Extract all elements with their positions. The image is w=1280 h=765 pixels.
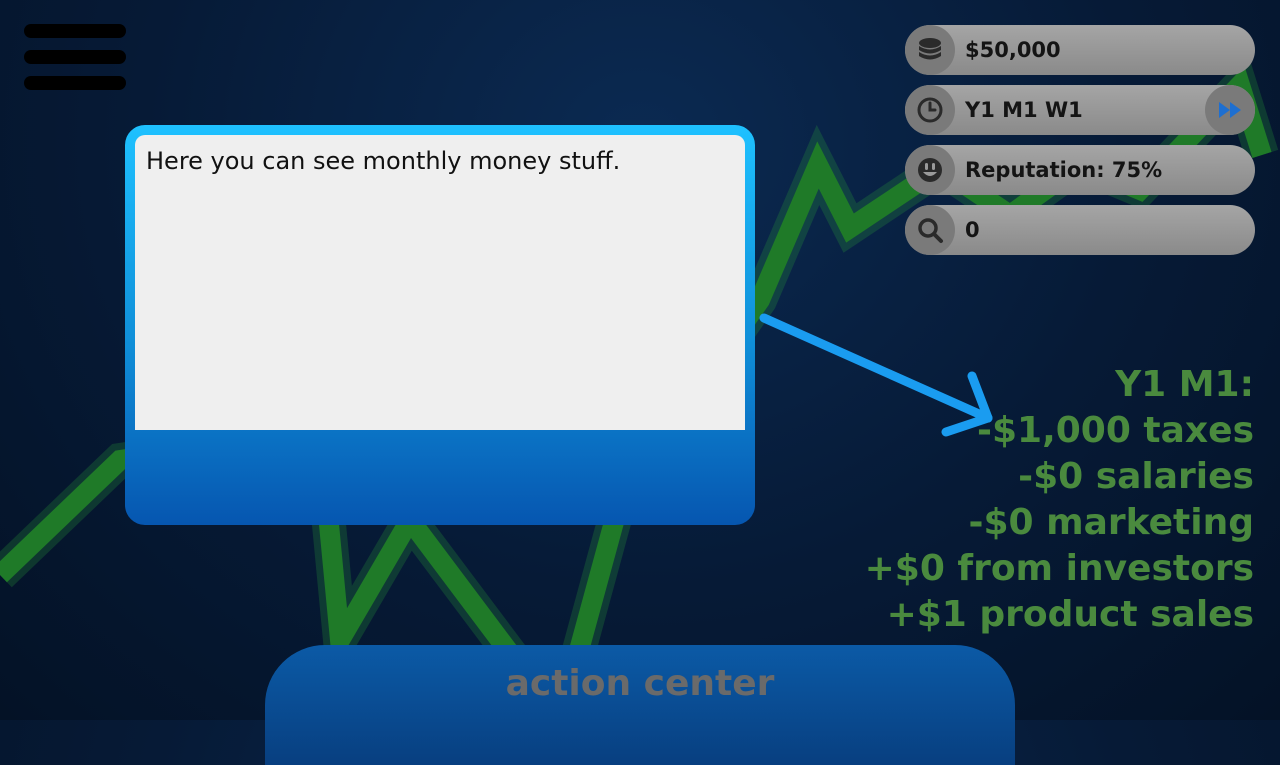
report-line-salaries: -$0 salaries: [1018, 456, 1254, 497]
fast-forward-icon: [1219, 102, 1241, 118]
coin-stack-icon: [905, 25, 955, 75]
money-pill: $50,000: [905, 25, 1255, 75]
tutorial-dialog: Here you can see monthly money stuff.: [125, 125, 755, 525]
action-center-label: action center: [505, 663, 775, 704]
smiley-face-icon: [905, 145, 955, 195]
date-pill: Y1 M1 W1: [905, 85, 1255, 135]
report-line-taxes: -$1,000 taxes: [977, 410, 1254, 451]
clock-icon: [905, 85, 955, 135]
date-value: Y1 M1 W1: [965, 98, 1083, 122]
menu-bar: [24, 50, 126, 64]
menu-bar: [24, 76, 126, 90]
tutorial-message: Here you can see monthly money stuff.: [135, 135, 745, 430]
report-header: Y1 M1:: [1115, 364, 1254, 405]
money-value: $50,000: [965, 38, 1061, 62]
report-line-product-sales: +$1 product sales: [886, 594, 1254, 635]
reputation-pill: Reputation: 75%: [905, 145, 1255, 195]
search-pill[interactable]: 0: [905, 205, 1255, 255]
report-line-marketing: -$0 marketing: [968, 502, 1254, 543]
hamburger-menu-icon[interactable]: [24, 24, 126, 92]
search-count-value: 0: [965, 218, 980, 242]
action-center-button[interactable]: action center: [265, 645, 1015, 765]
fast-forward-button[interactable]: [1205, 85, 1255, 135]
report-line-investors: +$0 from investors: [864, 548, 1254, 589]
menu-bar: [24, 24, 126, 38]
reputation-value: Reputation: 75%: [965, 158, 1163, 182]
magnifier-icon: [905, 205, 955, 255]
monthly-report: Y1 M1: -$1,000 taxes -$0 salaries -$0 ma…: [834, 362, 1254, 638]
